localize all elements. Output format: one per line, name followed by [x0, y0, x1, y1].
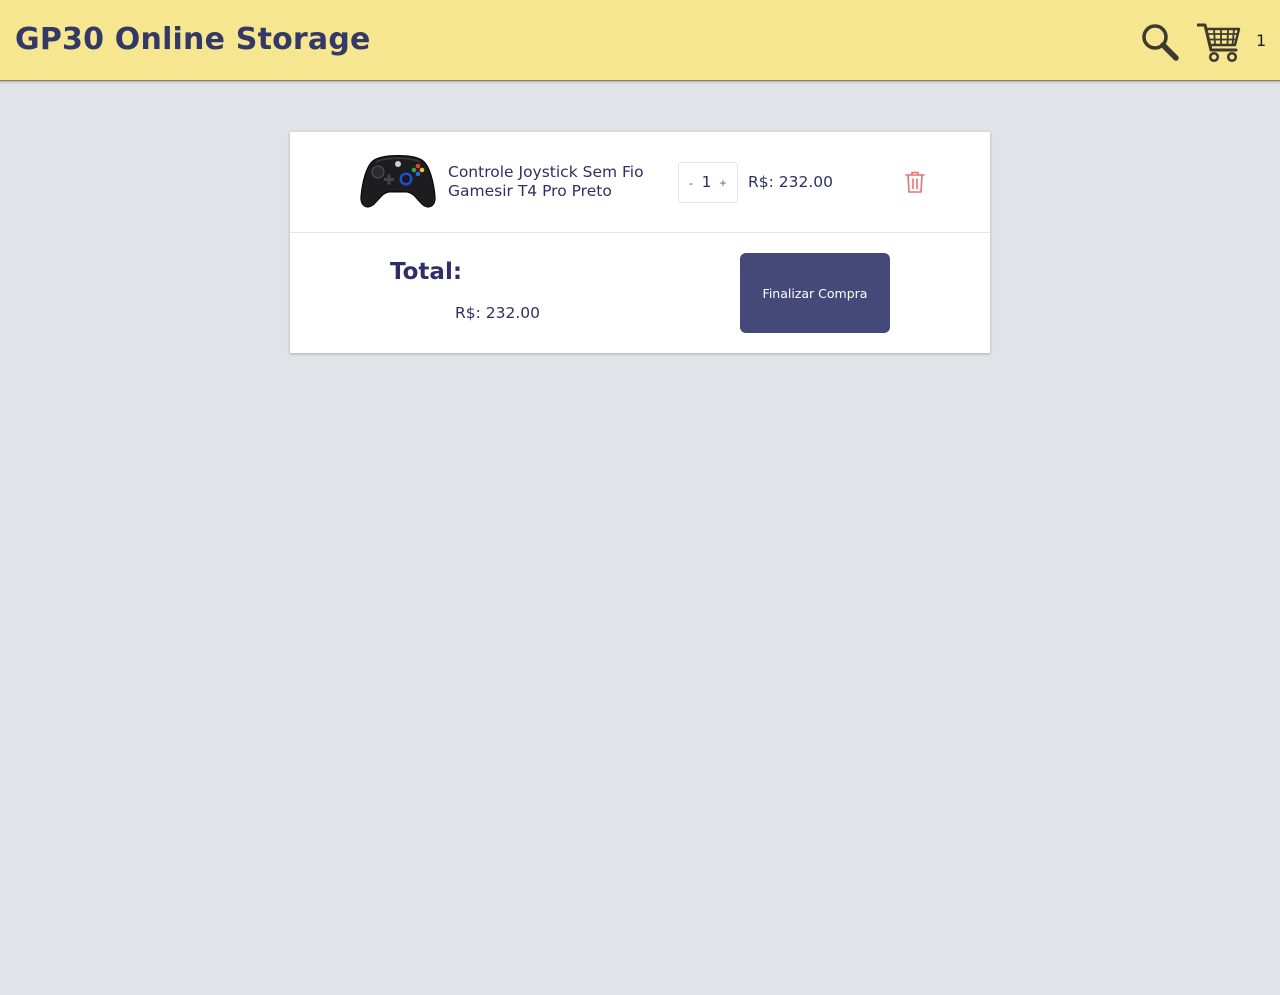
cart-count-badge: 1 — [1256, 31, 1267, 50]
cart-item: Controle Joystick Sem Fio Gamesir T4 Pro… — [290, 132, 990, 233]
item-price: R$: 232.00 — [748, 173, 834, 191]
cart-panel: Controle Joystick Sem Fio Gamesir T4 Pro… — [290, 132, 990, 353]
checkout-button[interactable]: Finalizar Compra — [740, 253, 890, 333]
quantity-value: 1 — [701, 173, 712, 191]
decrease-quantity-button[interactable]: - — [684, 174, 698, 192]
top-header: GP30 Online Storage 1 — [0, 0, 1280, 81]
gamepad-icon — [360, 155, 436, 208]
increase-quantity-button[interactable]: + — [716, 174, 730, 192]
search-icon — [1142, 24, 1179, 61]
quantity-stepper: - 1 + — [678, 162, 738, 203]
remove-item-button[interactable] — [904, 170, 926, 194]
cart-summary: Total: R$: 232.00 Finalizar Compra — [290, 233, 990, 353]
search-button[interactable] — [1140, 22, 1180, 62]
trash-icon — [905, 171, 925, 193]
cart-button[interactable] — [1196, 20, 1243, 64]
total-label: Total: — [390, 259, 463, 285]
product-name[interactable]: Controle Joystick Sem Fio Gamesir T4 Pro… — [448, 163, 663, 201]
site-title[interactable]: GP30 Online Storage — [15, 22, 371, 57]
shopping-cart-icon — [1196, 23, 1241, 63]
product-image[interactable] — [360, 150, 436, 212]
total-value: R$: 232.00 — [455, 304, 541, 322]
